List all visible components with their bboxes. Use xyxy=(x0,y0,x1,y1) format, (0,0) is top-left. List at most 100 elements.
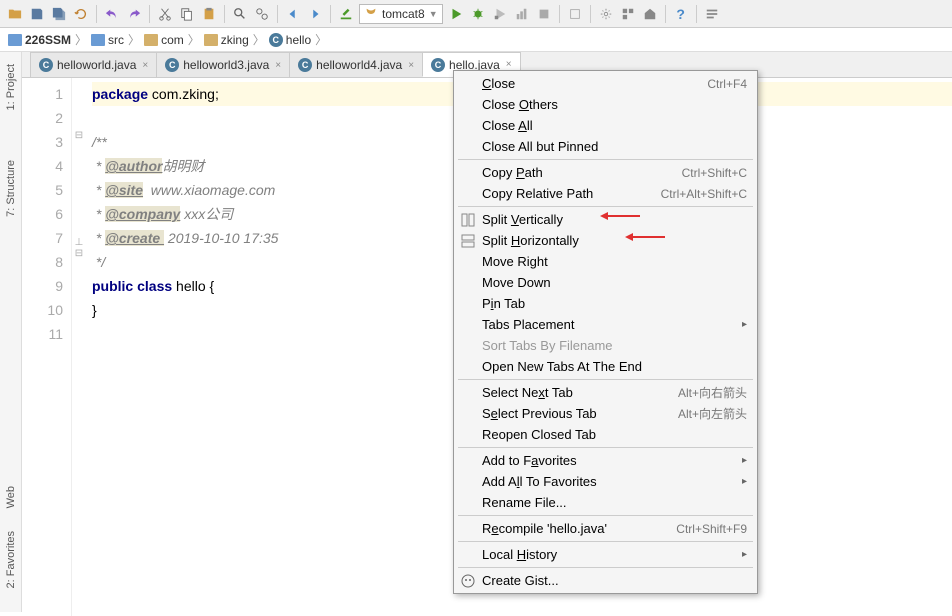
separator xyxy=(665,5,666,23)
split-vertical-icon xyxy=(460,212,476,228)
menu-copy-path[interactable]: Copy PathCtrl+Shift+C xyxy=(454,162,757,183)
save-icon[interactable] xyxy=(28,5,46,23)
breadcrumb-item[interactable]: src xyxy=(89,33,126,47)
run-icon[interactable] xyxy=(447,5,465,23)
find-icon[interactable] xyxy=(231,5,249,23)
search-everywhere-icon[interactable] xyxy=(703,5,721,23)
submenu-arrow-icon: ▸ xyxy=(742,476,747,487)
menu-create-gist[interactable]: Create Gist... xyxy=(454,570,757,591)
left-tool-window-bar: 1: Project 7: Structure Web 2: Favorites xyxy=(0,52,22,612)
breadcrumb: 226SSM 〉 src 〉 com 〉 zking 〉 Chello 〉 xyxy=(0,28,952,52)
web-tool-tab[interactable]: Web xyxy=(5,482,17,512)
menu-pin-tab[interactable]: Pin Tab xyxy=(454,293,757,314)
menu-close-others[interactable]: Close Others xyxy=(454,94,757,115)
menu-tabs-placement[interactable]: Tabs Placement▸ xyxy=(454,314,757,335)
open-icon[interactable] xyxy=(6,5,24,23)
menu-rename-file[interactable]: Rename File... xyxy=(454,492,757,513)
debug-icon[interactable] xyxy=(469,5,487,23)
profile-icon[interactable] xyxy=(513,5,531,23)
class-icon: C xyxy=(269,33,283,47)
tab-helloworld3[interactable]: Chelloworld3.java× xyxy=(156,52,290,77)
back-icon[interactable] xyxy=(284,5,302,23)
separator xyxy=(277,5,278,23)
breadcrumb-item[interactable]: 226SSM xyxy=(6,33,73,47)
project-structure-icon[interactable] xyxy=(619,5,637,23)
class-icon: C xyxy=(431,58,445,72)
menu-move-down[interactable]: Move Down xyxy=(454,272,757,293)
separator xyxy=(330,5,331,23)
class-icon: C xyxy=(39,58,53,72)
project-tool-tab[interactable]: 1: Project xyxy=(5,60,17,114)
refresh-icon[interactable] xyxy=(72,5,90,23)
menu-separator xyxy=(458,567,753,568)
fold-toggle-icon[interactable]: ⊟ xyxy=(72,248,86,259)
chevron-right-icon: 〉 xyxy=(75,31,87,48)
fold-end-icon: ⊥ xyxy=(72,237,86,248)
breadcrumb-item[interactable]: Chello xyxy=(267,33,313,47)
menu-move-right[interactable]: Move Right xyxy=(454,251,757,272)
breadcrumb-item[interactable]: zking xyxy=(202,33,251,47)
help-icon[interactable]: ? xyxy=(672,5,690,23)
split-horizontal-icon xyxy=(460,233,476,249)
breadcrumb-item[interactable]: com xyxy=(142,33,186,47)
chevron-right-icon: 〉 xyxy=(128,31,140,48)
menu-copy-relative-path[interactable]: Copy Relative PathCtrl+Alt+Shift+C xyxy=(454,183,757,204)
menu-separator xyxy=(458,206,753,207)
coverage-icon[interactable] xyxy=(491,5,509,23)
menu-separator xyxy=(458,159,753,160)
menu-separator xyxy=(458,447,753,448)
separator xyxy=(696,5,697,23)
forward-icon[interactable] xyxy=(306,5,324,23)
close-icon[interactable]: × xyxy=(408,60,414,71)
chevron-right-icon: 〉 xyxy=(315,31,327,48)
menu-close[interactable]: CloseCtrl+F4 xyxy=(454,73,757,94)
close-icon[interactable]: × xyxy=(142,60,148,71)
replace-icon[interactable] xyxy=(253,5,271,23)
menu-open-new-tabs-end[interactable]: Open New Tabs At The End xyxy=(454,356,757,377)
menu-select-previous-tab[interactable]: Select Previous TabAlt+向左箭头 xyxy=(454,403,757,424)
menu-add-to-favorites[interactable]: Add to Favorites▸ xyxy=(454,450,757,471)
redo-icon[interactable] xyxy=(125,5,143,23)
module-icon xyxy=(8,34,22,46)
undo-icon[interactable] xyxy=(103,5,121,23)
chevron-right-icon: 〉 xyxy=(188,31,200,48)
menu-reopen-closed-tab[interactable]: Reopen Closed Tab xyxy=(454,424,757,445)
package-icon xyxy=(144,34,158,46)
annotation-arrow xyxy=(625,231,665,241)
close-icon[interactable]: × xyxy=(275,60,281,71)
paste-icon[interactable] xyxy=(200,5,218,23)
copy-icon[interactable] xyxy=(178,5,196,23)
run-config-dropdown[interactable]: tomcat8 ▼ xyxy=(359,4,443,24)
tab-helloworld[interactable]: Chelloworld.java× xyxy=(30,52,157,77)
menu-close-all-but-pinned[interactable]: Close All but Pinned xyxy=(454,136,757,157)
run-config-label: tomcat8 xyxy=(382,7,425,21)
menu-close-all[interactable]: Close All xyxy=(454,115,757,136)
separator xyxy=(96,5,97,23)
submenu-arrow-icon: ▸ xyxy=(742,455,747,466)
line-gutter: 123 456 789 1011 xyxy=(22,78,72,616)
build-icon[interactable] xyxy=(337,5,355,23)
github-icon xyxy=(460,573,476,589)
menu-split-horizontally[interactable]: Split Horizontally xyxy=(454,230,757,251)
class-icon: C xyxy=(165,58,179,72)
vcs-icon[interactable] xyxy=(566,5,584,23)
menu-separator xyxy=(458,541,753,542)
favorites-tool-tab[interactable]: 2: Favorites xyxy=(5,527,17,592)
structure-tool-tab[interactable]: 7: Structure xyxy=(5,156,17,221)
menu-add-all-to-favorites[interactable]: Add All To Favorites▸ xyxy=(454,471,757,492)
separator xyxy=(590,5,591,23)
save-all-icon[interactable] xyxy=(50,5,68,23)
separator xyxy=(149,5,150,23)
settings-icon[interactable] xyxy=(597,5,615,23)
menu-recompile[interactable]: Recompile 'hello.java'Ctrl+Shift+F9 xyxy=(454,518,757,539)
tab-helloworld4[interactable]: Chelloworld4.java× xyxy=(289,52,423,77)
menu-local-history[interactable]: Local History▸ xyxy=(454,544,757,565)
sdk-icon[interactable] xyxy=(641,5,659,23)
stop-icon[interactable] xyxy=(535,5,553,23)
cut-icon[interactable] xyxy=(156,5,174,23)
close-icon[interactable]: × xyxy=(506,59,512,70)
main-toolbar: tomcat8 ▼ ? xyxy=(0,0,952,28)
folder-icon xyxy=(91,34,105,46)
fold-toggle-icon[interactable]: ⊟ xyxy=(72,130,86,141)
menu-select-next-tab[interactable]: Select Next TabAlt+向右箭头 xyxy=(454,382,757,403)
